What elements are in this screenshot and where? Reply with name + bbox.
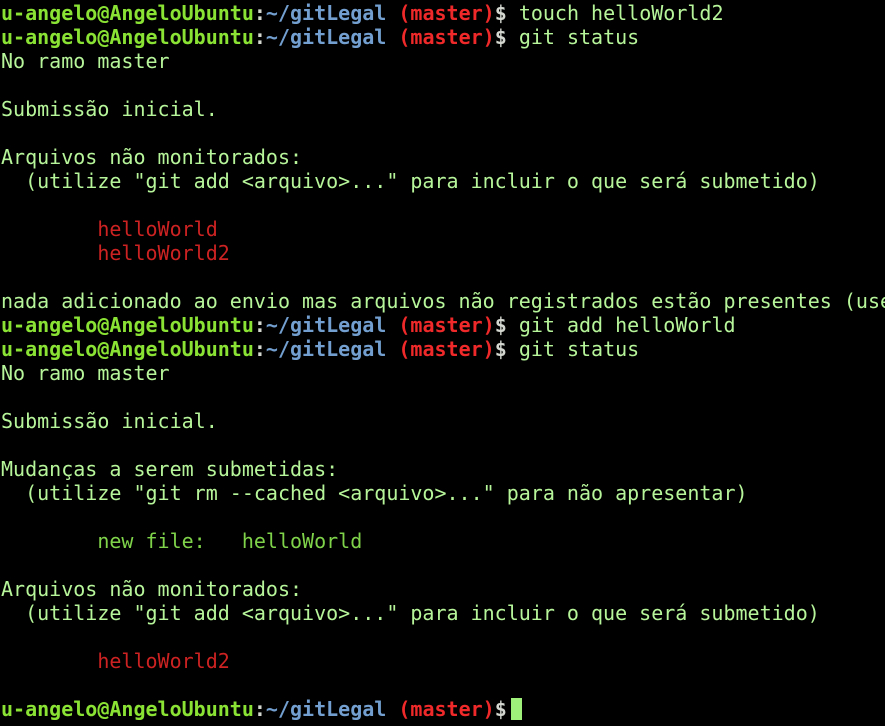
prompt-colon: : (253, 697, 266, 721)
prompt-colon: : (253, 337, 266, 361)
output-line-on-branch: No ramo master (1, 361, 170, 385)
output-line-staged-header: Mudanças a serem submetidas: (1, 457, 339, 481)
output-line-untracked-header: Arquivos não monitorados: (1, 577, 303, 601)
staged-file-entry: new file: helloWorld (1, 529, 363, 553)
prompt-branch: (master) (398, 337, 495, 361)
prompt-line-active[interactable]: u-angelo@AngeloUbuntu:~/gitLegal (master… (1, 697, 885, 721)
prompt-line: u-angelo@AngeloUbuntu:~/gitLegal (master… (1, 337, 885, 361)
output-line-on-branch: No ramo master (1, 49, 170, 73)
output-line-initial-commit: Submissão inicial. (1, 97, 218, 121)
output-line-nothing-added: nada adicionado ao envio mas arquivos nã… (1, 289, 885, 313)
prompt-user-host: u-angelo@AngeloUbuntu (1, 697, 254, 721)
prompt-line: u-angelo@AngeloUbuntu:~/gitLegal (master… (1, 1, 885, 25)
prompt-line: u-angelo@AngeloUbuntu:~/gitLegal (master… (1, 313, 885, 337)
prompt-path: ~/gitLegal (265, 313, 387, 337)
prompt-colon: : (253, 313, 266, 337)
prompt-path: ~/gitLegal (265, 25, 387, 49)
prompt-dollar: $ (494, 313, 507, 337)
command-text: touch helloWorld2 (518, 1, 724, 25)
output-line-untracked-hint: (utilize "git add <arquivo>..." para inc… (1, 169, 820, 193)
untracked-file-entry: helloWorld (1, 217, 218, 241)
prompt-path: ~/gitLegal (265, 697, 387, 721)
prompt-dollar: $ (494, 25, 507, 49)
prompt-dollar: $ (494, 337, 507, 361)
prompt-path: ~/gitLegal (265, 1, 387, 25)
prompt-branch: (master) (398, 313, 495, 337)
command-text: git status (518, 337, 640, 361)
prompt-line: u-angelo@AngeloUbuntu:~/gitLegal (master… (1, 25, 885, 49)
prompt-colon: : (253, 25, 266, 49)
text-cursor[interactable] (510, 698, 522, 720)
output-line-initial-commit: Submissão inicial. (1, 409, 218, 433)
prompt-dollar: $ (494, 1, 507, 25)
prompt-user-host: u-angelo@AngeloUbuntu (1, 337, 254, 361)
untracked-file-entry: helloWorld2 (1, 649, 230, 673)
prompt-colon: : (253, 1, 266, 25)
prompt-user-host: u-angelo@AngeloUbuntu (1, 1, 254, 25)
prompt-user-host: u-angelo@AngeloUbuntu (1, 25, 254, 49)
prompt-dollar: $ (494, 697, 507, 721)
terminal-window[interactable]: u-angelo@AngeloUbuntu:~/gitLegal (master… (1, 1, 885, 726)
command-text: git status (518, 25, 640, 49)
prompt-path: ~/gitLegal (265, 337, 387, 361)
untracked-file-entry: helloWorld2 (1, 241, 230, 265)
prompt-branch: (master) (398, 1, 495, 25)
prompt-user-host: u-angelo@AngeloUbuntu (1, 313, 254, 337)
output-line-untracked-hint: (utilize "git add <arquivo>..." para inc… (1, 601, 820, 625)
output-line-untracked-header: Arquivos não monitorados: (1, 145, 303, 169)
prompt-branch: (master) (398, 697, 495, 721)
prompt-branch: (master) (398, 25, 495, 49)
command-text: git add helloWorld (518, 313, 736, 337)
output-line-staged-hint: (utilize "git rm --cached <arquivo>..." … (1, 481, 748, 505)
